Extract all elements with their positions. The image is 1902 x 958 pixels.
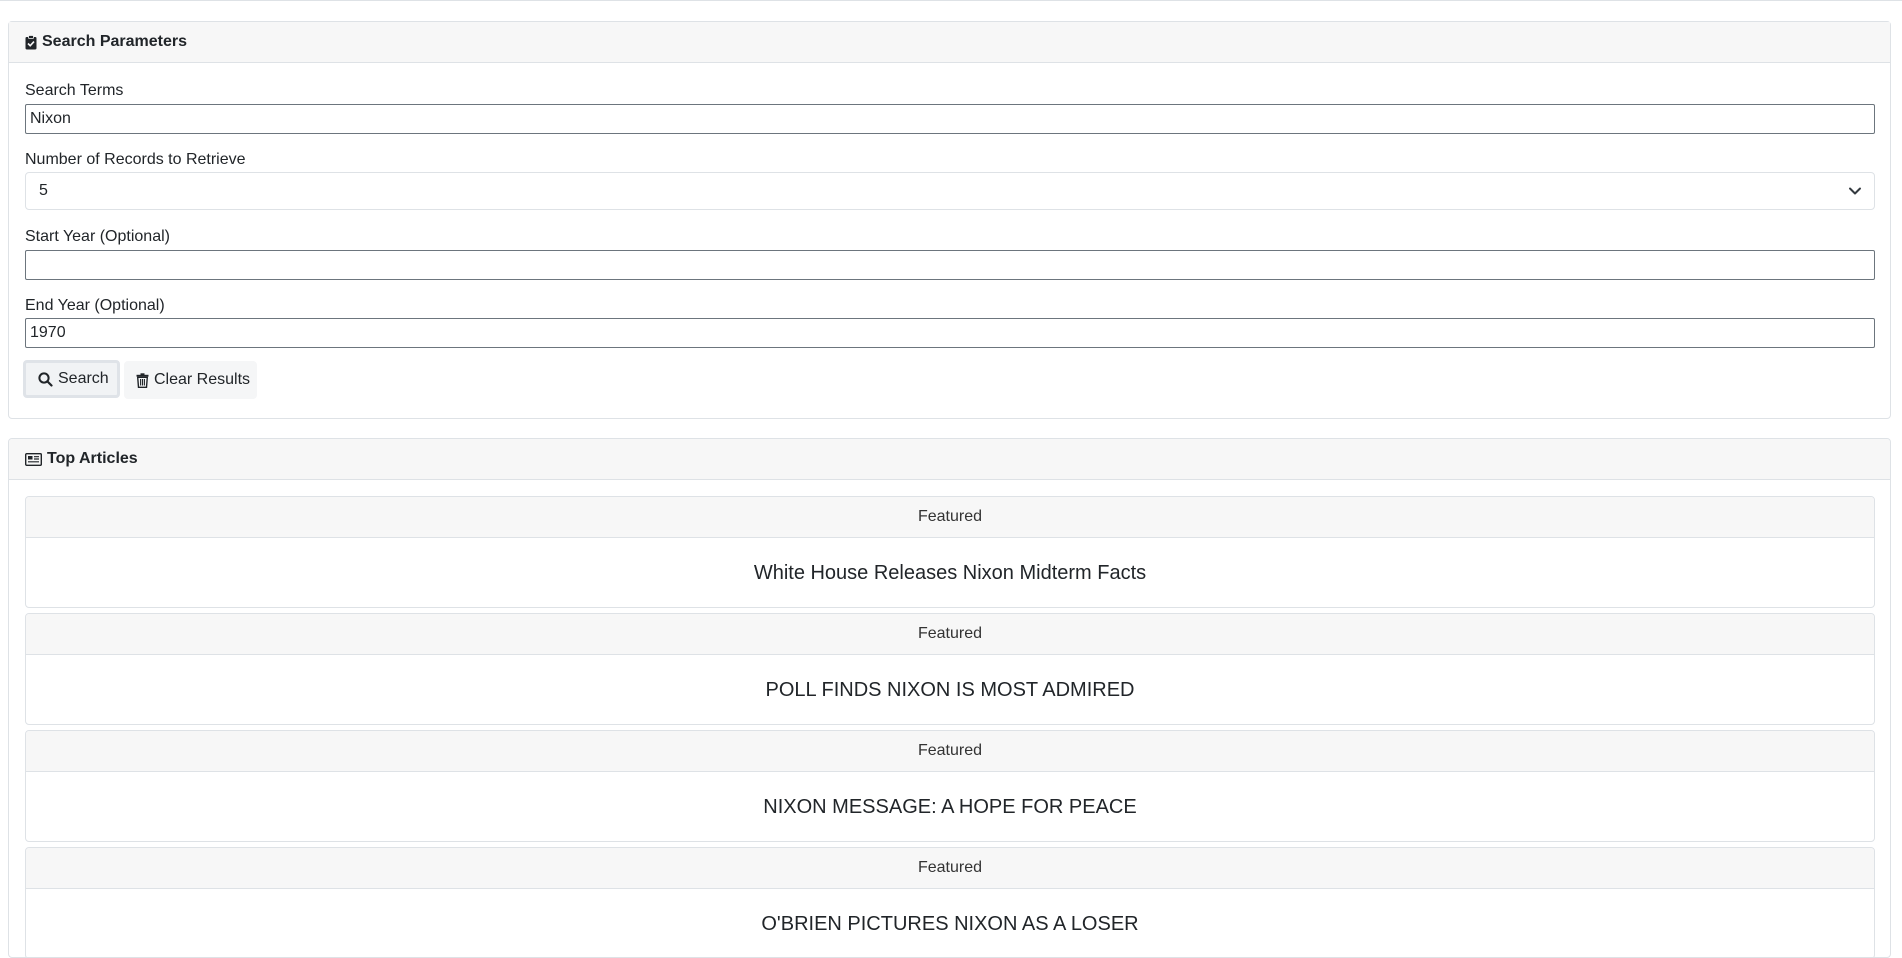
search-button[interactable]: Search [23, 360, 120, 398]
search-button-label: Search [58, 370, 109, 387]
article-title: NIXON MESSAGE: A HOPE FOR PEACE [763, 795, 1137, 818]
newspaper-icon [25, 452, 42, 466]
search-parameters-header: Search Parameters [9, 22, 1890, 63]
article-card[interactable]: Featured POLL FINDS NIXON IS MOST ADMIRE… [25, 613, 1875, 725]
article-badge: Featured [26, 614, 1874, 655]
article-title: White House Releases Nixon Midterm Facts [753, 561, 1147, 584]
search-icon [38, 371, 53, 387]
clear-results-button-label: Clear Results [154, 371, 251, 388]
search-parameters-panel: Search Parameters Search Terms Number of… [8, 21, 1891, 419]
article-card[interactable]: Featured White House Releases Nixon Midt… [25, 496, 1875, 608]
num-records-value: 5 [39, 182, 48, 199]
top-articles-panel: Top Articles Featured White House Releas… [8, 438, 1891, 958]
top-articles-header: Top Articles [9, 439, 1890, 480]
chevron-down-icon [1848, 184, 1862, 203]
article-badge: Featured [26, 848, 1874, 889]
article-badge: Featured [26, 497, 1874, 538]
num-records-select[interactable]: 5 [25, 172, 1875, 210]
start-year-label: Start Year (Optional) [25, 228, 170, 245]
top-articles-title: Top Articles [47, 450, 138, 467]
start-year-input[interactable] [25, 250, 1875, 280]
article-card[interactable]: Featured O'BRIEN PICTURES NIXON AS A LOS… [25, 847, 1875, 957]
search-terms-input[interactable] [25, 104, 1875, 134]
article-badge: Featured [26, 731, 1874, 772]
search-terms-label: Search Terms [25, 82, 124, 99]
end-year-input[interactable] [25, 318, 1875, 348]
article-title: POLL FINDS NIXON IS MOST ADMIRED [765, 678, 1135, 701]
search-parameters-title: Search Parameters [42, 33, 187, 50]
article-card[interactable]: Featured NIXON MESSAGE: A HOPE FOR PEACE [25, 730, 1875, 842]
clipboard-check-icon [25, 34, 37, 50]
clear-results-button[interactable]: Clear Results [124, 361, 257, 399]
end-year-label: End Year (Optional) [25, 297, 165, 314]
num-records-label: Number of Records to Retrieve [25, 151, 246, 168]
trash-icon [136, 372, 149, 388]
top-divider [0, 0, 1902, 1]
article-title: O'BRIEN PICTURES NIXON AS A LOSER [761, 912, 1139, 935]
